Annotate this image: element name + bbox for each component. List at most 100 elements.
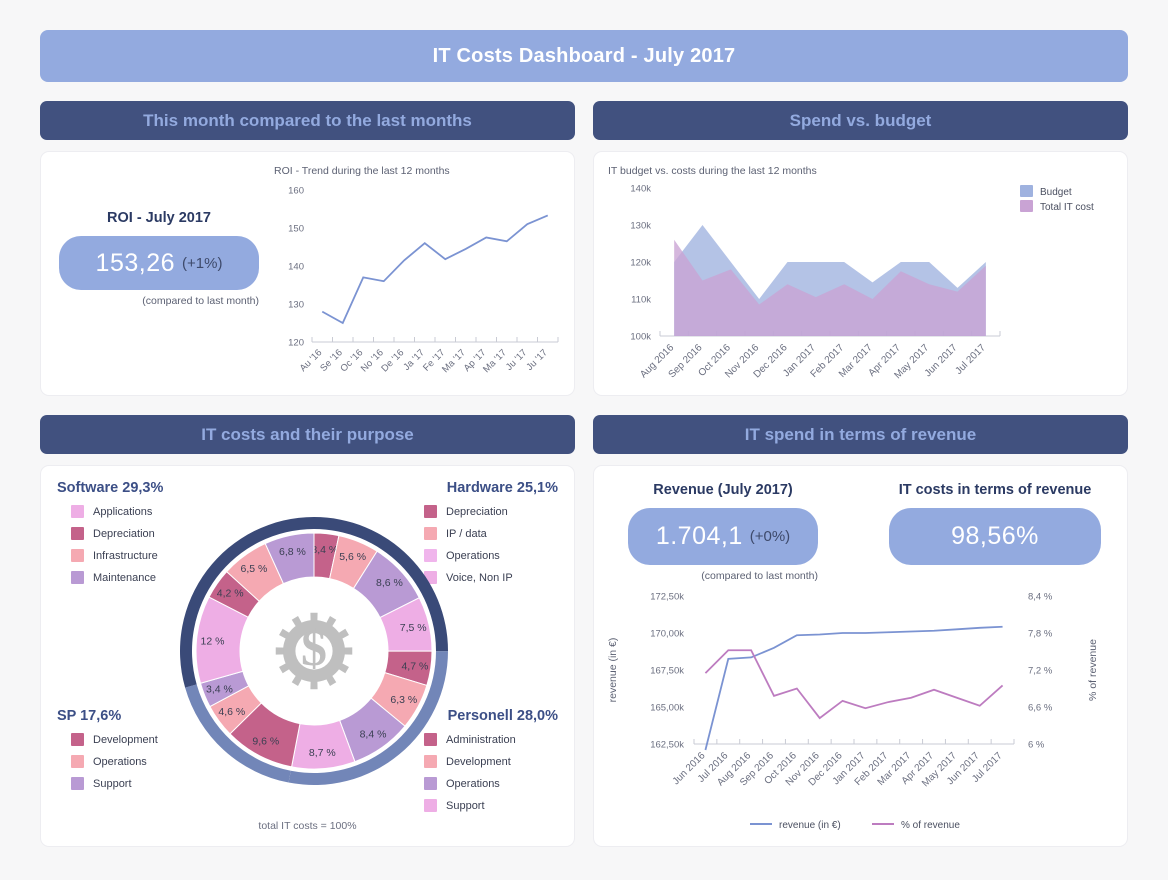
revenue-kpi: Revenue (July 2017) 1.704,1 (+0%) (compa…: [628, 482, 818, 582]
legend-label: Applications: [93, 505, 153, 518]
svg-text:6,8 %: 6,8 %: [279, 546, 306, 558]
legend-label: Support: [446, 799, 485, 812]
trend-column: This month compared to the last months R…: [40, 101, 575, 396]
section-header-purpose: IT costs and their purpose: [40, 415, 575, 454]
svg-text:3,4 %: 3,4 %: [311, 544, 338, 556]
svg-text:Jul 2017: Jul 2017: [953, 342, 988, 377]
svg-text:162,50k: 162,50k: [650, 740, 684, 751]
svg-text:7,2 %: 7,2 %: [1028, 666, 1053, 677]
svg-text:7,5 %: 7,5 %: [400, 622, 427, 634]
svg-text:Ju '17: Ju '17: [504, 347, 530, 373]
svg-text:120k: 120k: [630, 258, 651, 269]
legend-swatch: [71, 777, 84, 790]
svg-text:6,3 %: 6,3 %: [390, 694, 417, 706]
section-header-budget: Spend vs. budget: [593, 101, 1128, 140]
it-costs-donut-chart: 3,4 %5,6 %8,6 %7,5 %4,7 %6,3 %8,4 %8,7 %…: [180, 517, 448, 785]
svg-text:De '16: De '16: [379, 347, 406, 374]
svg-text:revenue (in €): revenue (in €): [607, 638, 619, 703]
revenue-kpi-note: (compared to last month): [701, 570, 818, 582]
legend-label: Maintenance: [93, 571, 156, 584]
svg-text:165,00k: 165,00k: [650, 703, 684, 714]
svg-text:160: 160: [288, 186, 304, 197]
svg-text:167,50k: 167,50k: [650, 666, 684, 677]
legend-swatch: [71, 505, 84, 518]
svg-text:9,6 %: 9,6 %: [252, 735, 279, 747]
svg-text:revenue (in €): revenue (in €): [779, 820, 841, 831]
svg-text:Budget: Budget: [1040, 187, 1072, 198]
ratio-kpi: IT costs in terms of revenue 98,56%: [889, 482, 1101, 565]
svg-text:12 %: 12 %: [201, 635, 225, 647]
svg-text:140k: 140k: [630, 184, 651, 195]
top-row: This month compared to the last months R…: [40, 101, 1128, 396]
svg-text:6 %: 6 %: [1028, 740, 1045, 751]
section-header-revenue-label: IT spend in terms of revenue: [744, 424, 977, 444]
section-header-purpose-label: IT costs and their purpose: [201, 424, 414, 444]
roi-kpi: ROI - July 2017 153,26 (+1%) (compared t…: [59, 210, 259, 307]
revenue-vs-share-chart: 162,50k 165,00k 167,50k 170,00k 172,50k 6 % 6,…: [607, 592, 1099, 832]
svg-text:7,8 %: 7,8 %: [1028, 629, 1053, 640]
svg-text:130k: 130k: [630, 221, 651, 232]
legend-swatch: [71, 571, 84, 584]
roi-trend-chart: ROI - Trend during the last 12 months 120…: [274, 165, 559, 375]
svg-text:Total IT cost: Total IT cost: [1040, 202, 1094, 213]
legend-swatch: [71, 755, 84, 768]
svg-text:8,7 %: 8,7 %: [309, 747, 336, 759]
svg-text:170,00k: 170,00k: [650, 629, 684, 640]
svg-text:172,50k: 172,50k: [650, 592, 684, 603]
roi-kpi-pill: 153,26 (+1%): [59, 236, 259, 290]
svg-text:ROI - Trend during the last 12: ROI - Trend during the last 12 months: [274, 165, 450, 177]
legend-swatch: [424, 799, 437, 812]
budget-column: Spend vs. budget IT budget vs. costs dur…: [593, 101, 1128, 396]
revenue-kpi-value: 1.704,1: [655, 522, 743, 550]
legend-label: Development: [93, 733, 158, 746]
revenue-kpi-delta: (+0%): [749, 528, 791, 545]
roi-panel: ROI - July 2017 153,26 (+1%) (compared t…: [40, 151, 575, 396]
svg-text:Ju '17: Ju '17: [524, 347, 550, 373]
roi-kpi-value: 153,26: [95, 248, 176, 277]
legend-hardware-title: Hardware 25,1%: [446, 480, 558, 496]
ratio-kpi-label: IT costs in terms of revenue: [898, 482, 1092, 498]
svg-text:150: 150: [288, 224, 304, 235]
section-header-trend: This month compared to the last months: [40, 101, 575, 140]
section-header-revenue: IT spend in terms of revenue: [593, 415, 1128, 454]
svg-text:6,5 %: 6,5 %: [241, 563, 268, 575]
bottom-row: IT costs and their purpose Software 29,3…: [40, 415, 1128, 847]
roi-kpi-delta: (+1%): [182, 254, 223, 272]
roi-kpi-label: ROI - July 2017: [107, 210, 211, 226]
donut-footnote: total IT costs = 100%: [258, 820, 357, 832]
section-header-budget-label: Spend vs. budget: [789, 110, 932, 130]
legend-label: Depreciation: [93, 527, 155, 540]
revenue-kpi-pill: 1.704,1 (+0%): [628, 508, 818, 565]
legend-item: Support: [424, 799, 558, 812]
legend-label: Support: [93, 777, 132, 790]
svg-text:% of revenue: % of revenue: [901, 820, 960, 831]
svg-text:120: 120: [288, 338, 304, 349]
dashboard-title-bar: IT Costs Dashboard - July 2017: [40, 30, 1128, 82]
budget-vs-cost-chart: IT budget vs. costs during the last 12 m…: [608, 165, 1094, 381]
ratio-kpi-value: 98,56%: [951, 522, 1039, 550]
svg-text:100k: 100k: [630, 332, 651, 343]
svg-text:8,4 %: 8,4 %: [1028, 592, 1053, 603]
svg-text:4,6 %: 4,6 %: [218, 706, 245, 718]
legend-software-title: Software 29,3%: [57, 480, 164, 496]
ratio-kpi-pill: 98,56%: [889, 508, 1101, 565]
legend-swatch: [71, 733, 84, 746]
svg-text:110k: 110k: [631, 295, 651, 306]
svg-text:4,7 %: 4,7 %: [401, 661, 428, 673]
svg-text:8,4 %: 8,4 %: [360, 729, 387, 741]
section-header-trend-label: This month compared to the last months: [143, 110, 472, 130]
svg-text:130: 130: [288, 300, 304, 311]
legend-swatch: [71, 527, 84, 540]
roi-kpi-note: (compared to last month): [142, 295, 259, 307]
budget-panel: IT budget vs. costs during the last 12 m…: [593, 151, 1128, 396]
legend-label: Infrastructure: [93, 549, 158, 562]
svg-text:% of revenue: % of revenue: [1087, 639, 1099, 701]
purpose-column: IT costs and their purpose Software 29,3…: [40, 415, 575, 847]
revenue-kpi-label: Revenue (July 2017): [653, 482, 793, 498]
revenue-column: IT spend in terms of revenue Revenue (Ju…: [593, 415, 1128, 847]
dashboard-root: IT Costs Dashboard - July 2017 This mont…: [0, 0, 1168, 847]
legend-swatch: [71, 549, 84, 562]
svg-text:8,6 %: 8,6 %: [376, 577, 403, 589]
svg-text:4,2 %: 4,2 %: [217, 587, 244, 599]
svg-text:IT budget vs. costs during the: IT budget vs. costs during the last 12 m…: [608, 165, 817, 177]
